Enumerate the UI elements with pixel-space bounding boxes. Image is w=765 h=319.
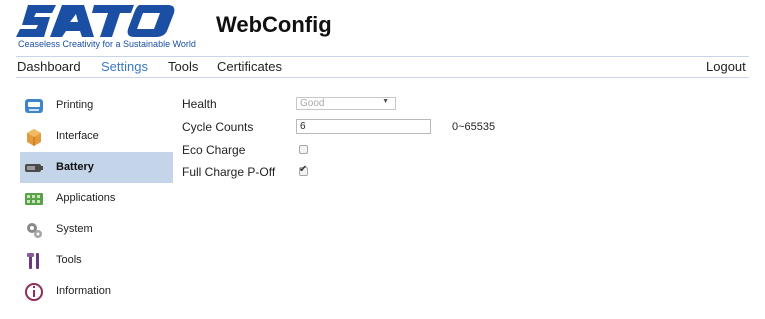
sato-logo-mark: [16, 5, 175, 37]
sidebar-item-system[interactable]: System: [20, 214, 173, 245]
sidebar-item-label: Printing: [56, 99, 94, 111]
app-title: WebConfig: [216, 12, 332, 37]
eco-charge-checkbox[interactable]: [299, 145, 308, 154]
nav-tools[interactable]: Tools: [168, 59, 198, 74]
tools-icon: [27, 253, 39, 269]
cycle-counts-range: 0~65535: [452, 121, 496, 133]
health-select-value: Good: [300, 98, 325, 109]
sidebar-item-label: Applications: [56, 192, 116, 204]
logout-link[interactable]: Logout: [706, 59, 746, 74]
sidebar-item-applications[interactable]: Applications: [20, 183, 173, 214]
sidebar-item-label: Interface: [56, 130, 99, 142]
checkmark-icon: ✔: [299, 164, 308, 175]
interface-box-icon: [27, 129, 41, 146]
sidebar-item-battery[interactable]: Battery: [20, 152, 173, 183]
printer-icon: [25, 99, 43, 113]
sidebar-item-label: Battery: [56, 161, 94, 173]
cycle-counts-input[interactable]: [296, 119, 431, 134]
logo-tagline: Ceaseless Creativity for a Sustainable W…: [18, 39, 196, 49]
sidebar-item-tools[interactable]: Tools: [20, 245, 173, 276]
cycle-counts-label: Cycle Counts: [182, 120, 254, 134]
sidebar-item-printing[interactable]: Printing: [20, 90, 173, 121]
battery-icon: [25, 164, 43, 172]
sidebar-item-label: Information: [56, 285, 112, 297]
sato-logo: Ceaseless Creativity for a Sustainable W…: [16, 4, 216, 49]
sidebar-item-interface[interactable]: Interface: [20, 121, 173, 152]
sidebar-item-information[interactable]: Information: [20, 276, 173, 307]
header: Ceaseless Creativity for a Sustainable W…: [0, 0, 765, 56]
nav-divider: [16, 77, 749, 78]
nav-dashboard[interactable]: Dashboard: [17, 59, 81, 74]
chevron-down-icon: ▼: [382, 98, 389, 105]
health-select[interactable]: Good ▼: [296, 97, 396, 110]
information-icon: [25, 283, 43, 301]
eco-charge-label: Eco Charge: [182, 143, 246, 157]
gears-icon: [27, 223, 42, 238]
health-label: Health: [182, 97, 217, 111]
sidebar-item-label: System: [56, 223, 93, 235]
nav-settings[interactable]: Settings: [101, 59, 148, 74]
full-charge-poff-checkbox[interactable]: ✔: [299, 164, 308, 176]
top-navbar: Dashboard Settings Tools Certificates Lo…: [0, 57, 765, 77]
sidebar-item-label: Tools: [56, 254, 82, 266]
nav-certificates[interactable]: Certificates: [217, 59, 282, 74]
full-charge-poff-label: Full Charge P-Off: [182, 165, 276, 179]
applications-grid-icon: [25, 193, 43, 205]
